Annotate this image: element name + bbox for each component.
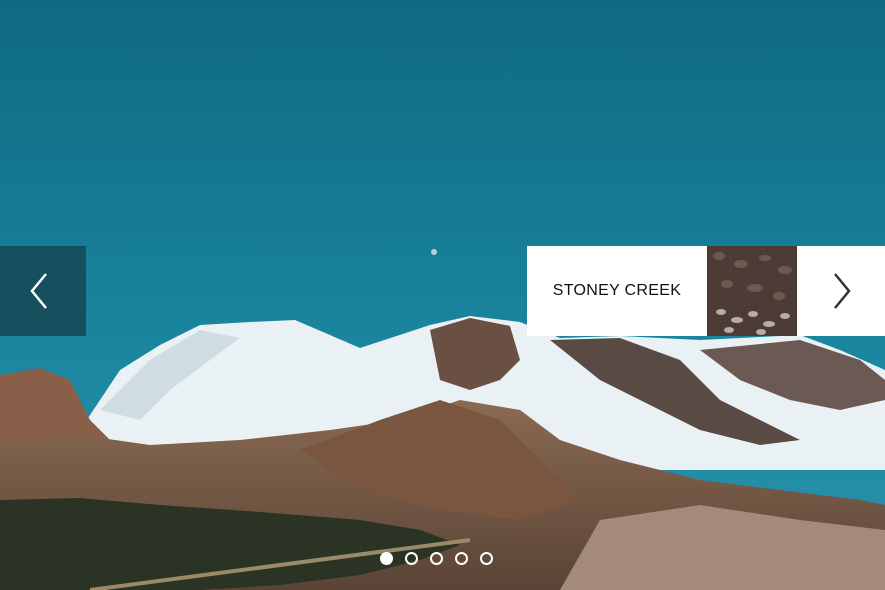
- next-slide-button[interactable]: [797, 246, 885, 336]
- pagination-dot-5[interactable]: [480, 552, 493, 565]
- chevron-left-icon: [30, 273, 47, 309]
- pagination-dot-4[interactable]: [455, 552, 468, 565]
- pagination-dot-1[interactable]: [380, 552, 393, 565]
- image-slider: STONEY CREEK: [0, 0, 885, 590]
- next-slide-thumbnail: [707, 246, 797, 336]
- pagination-dot-2[interactable]: [405, 552, 418, 565]
- prev-slide-button[interactable]: [0, 246, 86, 336]
- chevron-right-icon: [834, 273, 851, 309]
- pagination-dots: [380, 552, 493, 565]
- next-slide-title: STONEY CREEK: [527, 246, 707, 336]
- next-slide-preview[interactable]: STONEY CREEK: [527, 246, 885, 336]
- pagination-dot-3[interactable]: [430, 552, 443, 565]
